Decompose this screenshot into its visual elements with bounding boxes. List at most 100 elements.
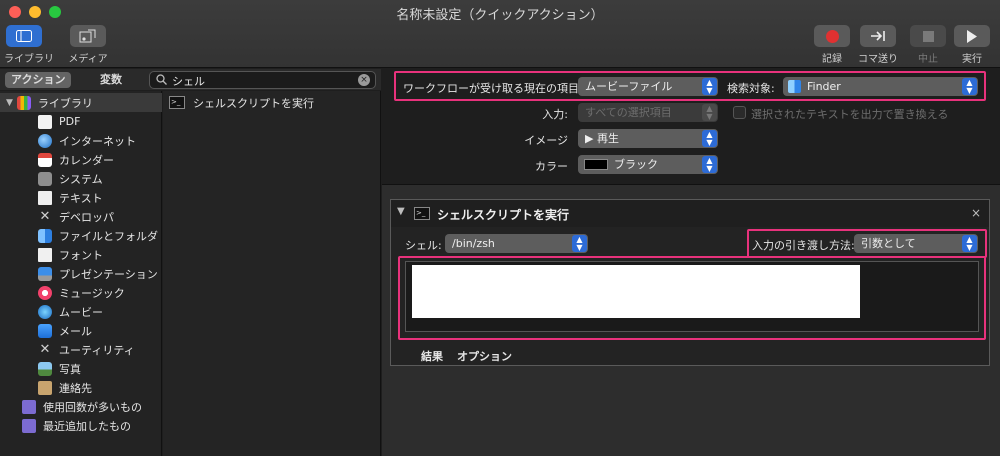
library-toggle-label: ライブラリ	[4, 54, 54, 65]
run-label: 実行	[962, 54, 982, 65]
search-field[interactable]: シェル ×	[149, 71, 376, 89]
library-item-label: システム	[59, 172, 103, 186]
library-item-label: テキスト	[59, 191, 103, 205]
library-item-label: ユーティリティ	[59, 343, 135, 357]
image-popup[interactable]: ▶ 再生 ▲ ▼	[578, 129, 718, 148]
library-item-movies[interactable]: ムービー	[0, 302, 162, 321]
shell-value: /bin/zsh	[452, 237, 495, 250]
title-bar: 名称未設定（クイックアクション） ライブラリ メディア 記録 コマ送り 中止 実…	[0, 0, 1000, 68]
replace-text-checkbox[interactable]	[733, 106, 746, 119]
finder-icon	[38, 228, 52, 243]
photos-icon	[38, 361, 52, 376]
globe-icon	[38, 133, 52, 148]
library-item-calendar[interactable]: カレンダー	[0, 150, 162, 169]
action-run-shell-script[interactable]: >_ シェルスクリプトを実行	[163, 93, 381, 112]
input-label: 入力:	[542, 108, 568, 121]
library-item-label: カレンダー	[59, 153, 114, 167]
smart-group-label: 使用回数が多いもの	[43, 400, 142, 414]
close-icon[interactable]: ×	[971, 206, 981, 220]
disclosure-triangle-icon[interactable]: ▼	[6, 98, 13, 108]
calendar-icon	[38, 152, 52, 167]
keynote-icon	[38, 266, 52, 281]
color-popup[interactable]: ブラック ▲ ▼	[578, 155, 718, 174]
clear-search-icon[interactable]: ×	[358, 74, 370, 86]
image-label: イメージ	[524, 134, 568, 147]
pass-input-highlight	[747, 229, 987, 258]
media-icon	[70, 25, 106, 47]
library-toggle-button[interactable]: ライブラリ	[4, 25, 54, 65]
library-item-label: PDF	[59, 115, 81, 128]
library-item-label: インターネット	[59, 134, 136, 148]
library-item-label: ムービー	[59, 305, 103, 319]
pdf-icon	[38, 114, 52, 129]
music-icon	[38, 285, 52, 300]
library-list: ▼ ライブラリ PDF インターネット カレンダー システム テキスト ✕ デベ…	[0, 91, 162, 456]
library-item-mail[interactable]: メール	[0, 321, 162, 340]
library-item-files-folders[interactable]: ファイルとフォルダ	[0, 226, 162, 245]
shell-popup[interactable]: /bin/zsh ▲ ▼	[445, 234, 588, 253]
smart-group-label: 最近追加したもの	[43, 419, 131, 433]
library-item-developer[interactable]: ✕ デベロッパ	[0, 207, 162, 226]
library-header: アクション 変数 シェル ×	[0, 69, 381, 90]
media-label: メディア	[68, 54, 108, 65]
stop-icon	[910, 25, 946, 47]
library-root[interactable]: ▼ ライブラリ	[0, 93, 162, 112]
chevron-updown-icon: ▲ ▼	[702, 130, 717, 147]
smart-group-most-used[interactable]: 使用回数が多いもの	[0, 397, 162, 416]
library-item-label: 写真	[59, 362, 81, 376]
run-button[interactable]: 実行	[952, 25, 992, 65]
library-item-text[interactable]: テキスト	[0, 188, 162, 207]
library-icon	[6, 25, 42, 47]
library-item-photos[interactable]: 写真	[0, 359, 162, 378]
library-item-system[interactable]: システム	[0, 169, 162, 188]
font-book-icon	[38, 247, 52, 262]
replace-text-label: 選択されたテキストを出力で置き換える	[751, 108, 949, 121]
library-item-fonts[interactable]: フォント	[0, 245, 162, 264]
action-item-label: シェルスクリプトを実行	[193, 96, 314, 110]
library-item-label: デベロッパ	[59, 210, 114, 224]
stop-label: 中止	[918, 54, 938, 65]
step-icon	[860, 25, 896, 47]
image-value: ▶ 再生	[585, 132, 619, 145]
color-label: カラー	[535, 160, 568, 173]
record-button[interactable]: 記録	[812, 25, 852, 65]
contacts-icon	[38, 380, 52, 395]
color-value: ブラック	[614, 158, 658, 171]
library-item-internet[interactable]: インターネット	[0, 131, 162, 150]
library-item-pdf[interactable]: PDF	[0, 112, 162, 131]
step-label: コマ送り	[858, 54, 898, 65]
action-list: >_ シェルスクリプトを実行	[163, 91, 381, 456]
search-icon	[156, 74, 167, 88]
library-root-label: ライブラリ	[37, 96, 93, 110]
library-item-label: ファイルとフォルダ	[59, 229, 158, 243]
library-books-icon	[16, 95, 31, 110]
input-value: すべての選択項目	[585, 106, 672, 119]
library-item-contacts[interactable]: 連絡先	[0, 378, 162, 397]
tab-actions[interactable]: アクション	[5, 72, 72, 88]
library-item-music[interactable]: ミュージック	[0, 283, 162, 302]
shell-label: シェル:	[405, 239, 442, 252]
collapse-triangle-icon[interactable]: ▼	[397, 206, 405, 217]
library-item-label: メール	[59, 324, 92, 338]
smart-folder-icon	[22, 399, 36, 414]
quicktime-icon	[38, 304, 52, 319]
chevron-updown-icon: ▲ ▼	[572, 235, 587, 252]
library-item-utilities[interactable]: ✕ ユーティリティ	[0, 340, 162, 359]
library-item-label: ミュージック	[59, 286, 125, 300]
smart-group-recently-added[interactable]: 最近追加したもの	[0, 416, 162, 435]
library-item-presentation[interactable]: プレゼンテーション	[0, 264, 162, 283]
record-icon	[814, 25, 850, 47]
color-swatch	[584, 159, 608, 170]
tab-results[interactable]: 結果	[421, 348, 443, 364]
search-input[interactable]: シェル	[172, 73, 205, 89]
script-highlight	[398, 256, 986, 340]
media-button[interactable]: メディア	[68, 25, 108, 65]
library-item-label: プレゼンテーション	[59, 267, 158, 281]
tools-icon: ✕	[39, 208, 51, 224]
stop-button[interactable]: 中止	[908, 25, 948, 65]
input-popup[interactable]: すべての選択項目 ▲ ▼	[578, 103, 718, 122]
tab-options[interactable]: オプション	[457, 348, 512, 364]
library-item-label: フォント	[59, 248, 103, 262]
tab-variables[interactable]: 変数	[94, 72, 128, 88]
step-button[interactable]: コマ送り	[858, 25, 898, 65]
